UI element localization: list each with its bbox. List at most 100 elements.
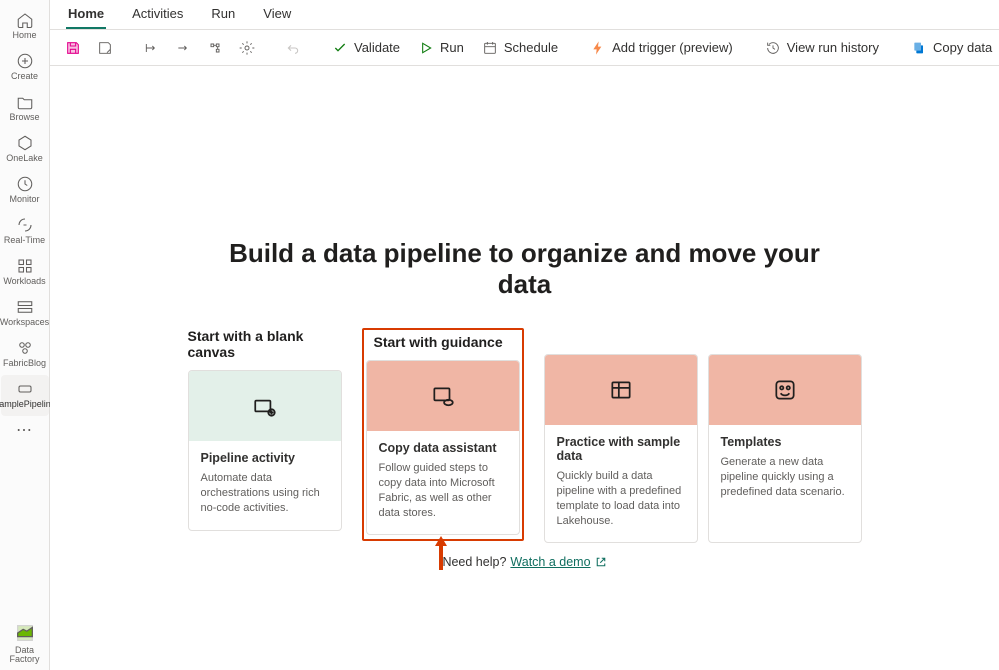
ribbon-label: Validate — [354, 40, 400, 55]
card-desc: Quickly build a data pipeline with a pre… — [557, 469, 685, 528]
card-title: Pipeline activity — [201, 451, 329, 465]
sidebar-item-home[interactable]: Home — [1, 6, 49, 47]
sidebar-label: FabricBlog — [3, 359, 46, 368]
sidebar-label: Real-Time — [4, 236, 45, 245]
bolt-icon — [590, 40, 606, 56]
card-pipeline-activity[interactable]: Pipeline activity Automate data orchestr… — [188, 370, 342, 531]
ribbon-label: Run — [440, 40, 464, 55]
workspaces-icon — [16, 298, 34, 316]
card-desc: Generate a new data pipeline quickly usi… — [721, 455, 849, 500]
ribbon-tabs: Home Activities Run View — [50, 0, 999, 30]
plus-circle-icon — [16, 52, 34, 70]
ribbon-label: Add trigger (preview) — [612, 40, 733, 55]
branch-icon — [207, 40, 223, 56]
schedule-button[interactable]: Schedule — [476, 36, 564, 60]
watch-demo-link[interactable]: Watch a demo — [510, 555, 606, 569]
card-title: Copy data assistant — [379, 441, 507, 455]
play-icon — [418, 40, 434, 56]
hero-section: Build a data pipeline to organize and mo… — [200, 238, 850, 569]
data-factory-icon — [14, 622, 36, 644]
branch-button[interactable] — [202, 36, 228, 60]
undo-button[interactable] — [280, 36, 306, 60]
copy-data-button[interactable]: Copy data — [905, 36, 999, 60]
main-area: Home Activities Run View V — [50, 0, 999, 670]
sidebar-item-workspaces[interactable]: Workspaces — [1, 293, 49, 334]
callout-arrow — [432, 536, 450, 573]
run-button[interactable]: Run — [412, 36, 470, 60]
validate-button[interactable]: Validate — [326, 36, 406, 60]
sidebar-label: Data Factory — [1, 646, 49, 664]
sidebar-label: Workloads — [3, 277, 45, 286]
undo-icon — [285, 40, 301, 56]
sidebar-label: Browse — [9, 113, 39, 122]
sidebar-label: Home — [12, 31, 36, 40]
ribbon-label: Schedule — [504, 40, 558, 55]
sidebar-item-create[interactable]: Create — [1, 47, 49, 88]
guidance-highlight-box: Start with guidance Copy data assistant … — [362, 328, 524, 541]
settings-button[interactable] — [234, 36, 260, 60]
tab-home[interactable]: Home — [66, 6, 106, 29]
history-icon — [765, 40, 781, 56]
sidebar-label: Monitor — [9, 195, 39, 204]
section-guidance-rest: Practice with sample data Quickly build … — [544, 328, 862, 543]
sidebar-item-fabricblog[interactable]: FabricBlog — [1, 334, 49, 375]
ribbon-label: View run history — [787, 40, 879, 55]
save-icon — [65, 40, 81, 56]
sidebar-item-monitor[interactable]: Monitor — [1, 170, 49, 211]
tab-view[interactable]: View — [261, 6, 293, 29]
sidebar-label: SamplePipeline — [0, 400, 56, 409]
arrow-right-button[interactable] — [170, 36, 196, 60]
tab-run[interactable]: Run — [209, 6, 237, 29]
pipeline-icon — [16, 380, 34, 398]
card-title: Templates — [721, 435, 849, 449]
card-practice-sample[interactable]: Practice with sample data Quickly build … — [544, 354, 698, 543]
ribbon-toolbar: Validate Run Schedule Add trigger (previ… — [50, 30, 999, 66]
mapsto-icon — [143, 40, 159, 56]
workspace-icon — [16, 339, 34, 357]
sample-data-icon — [608, 377, 634, 403]
sidebar-item-workloads[interactable]: Workloads — [1, 252, 49, 293]
demo-link-label: Watch a demo — [510, 555, 590, 569]
calendar-icon — [482, 40, 498, 56]
sidebar-item-onelake[interactable]: OneLake — [1, 129, 49, 170]
gear-icon — [239, 40, 255, 56]
add-trigger-button[interactable]: Add trigger (preview) — [584, 36, 739, 60]
check-icon — [332, 40, 348, 56]
pipeline-canvas: Build a data pipeline to organize and mo… — [50, 66, 999, 670]
section-title-blank: Start with a blank canvas — [188, 328, 342, 360]
arrow-right-icon — [175, 40, 191, 56]
activity-icon — [252, 393, 278, 419]
card-templates[interactable]: Templates Generate a new data pipeline q… — [708, 354, 862, 543]
left-sidebar: Home Create Browse OneLake Monitor Real-… — [0, 0, 50, 670]
expand-left-button[interactable] — [138, 36, 164, 60]
view-history-button[interactable]: View run history — [759, 36, 885, 60]
monitor-icon — [16, 175, 34, 193]
card-desc: Automate data orchestrations using rich … — [201, 471, 329, 516]
section-blank: Start with a blank canvas Pipeline activ… — [188, 328, 342, 531]
card-copy-data-assistant[interactable]: Copy data assistant Follow guided steps … — [366, 360, 520, 535]
card-desc: Follow guided steps to copy data into Mi… — [379, 461, 507, 520]
sidebar-label: OneLake — [6, 154, 43, 163]
onelake-icon — [16, 134, 34, 152]
sidebar-footer-datafactory[interactable]: Data Factory — [1, 617, 49, 670]
copy-assistant-icon — [430, 383, 456, 409]
sidebar-item-browse[interactable]: Browse — [1, 88, 49, 129]
sidebar-label: Workspaces — [0, 318, 49, 327]
card-title: Practice with sample data — [557, 435, 685, 463]
external-link-icon — [595, 556, 607, 568]
save-as-button[interactable] — [92, 36, 118, 60]
section-title-guidance: Start with guidance — [364, 330, 520, 350]
ribbon-label: Copy data — [933, 40, 992, 55]
sidebar-more[interactable]: ⋯ — [16, 416, 33, 448]
realtime-icon — [16, 216, 34, 234]
tab-activities[interactable]: Activities — [130, 6, 185, 29]
sidebar-item-samplepipeline[interactable]: SamplePipeline — [1, 375, 49, 416]
sidebar-item-realtime[interactable]: Real-Time — [1, 211, 49, 252]
need-help-text: Need help? — [442, 555, 506, 569]
templates-icon — [772, 377, 798, 403]
copy-data-icon — [911, 40, 927, 56]
save-as-icon — [97, 40, 113, 56]
save-button[interactable] — [60, 36, 86, 60]
help-row: Need help? Watch a demo — [200, 555, 850, 569]
workloads-icon — [16, 257, 34, 275]
